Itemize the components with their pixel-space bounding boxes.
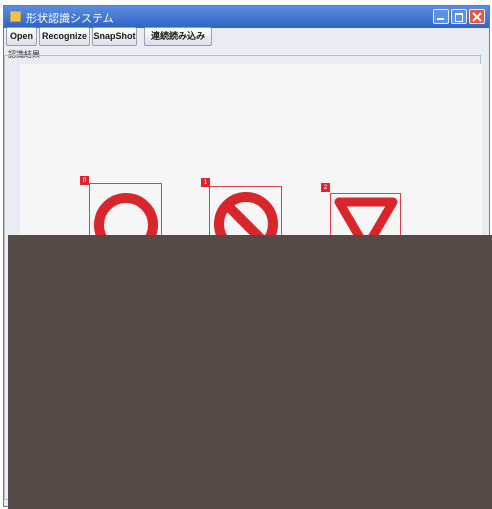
detection-label: 2 bbox=[321, 183, 330, 192]
title-bar[interactable]: 形状認識システム bbox=[4, 6, 489, 28]
window-title: 形状認識システム bbox=[26, 12, 114, 25]
close-icon bbox=[472, 12, 482, 22]
open-button[interactable]: Open bbox=[6, 27, 37, 46]
redaction-overlay bbox=[8, 235, 492, 509]
close-button[interactable] bbox=[469, 9, 485, 24]
detection-label: 1 bbox=[201, 178, 210, 187]
detection-label: 0 bbox=[80, 176, 89, 185]
maximize-button[interactable] bbox=[451, 9, 467, 24]
continuous-load-button[interactable]: 連続読み込み bbox=[144, 27, 212, 46]
recognize-button[interactable]: Recognize bbox=[39, 27, 90, 46]
snapshot-button[interactable]: SnapShot bbox=[92, 27, 137, 46]
minimize-button[interactable] bbox=[433, 9, 449, 24]
app-icon bbox=[10, 11, 21, 22]
